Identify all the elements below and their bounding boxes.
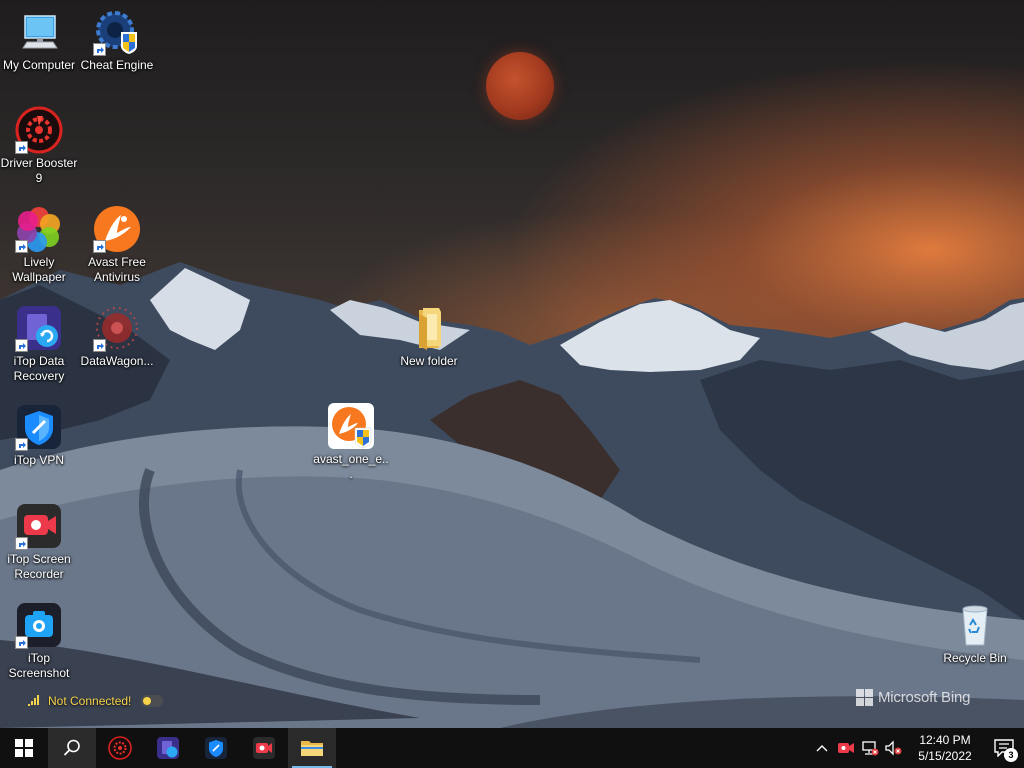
tray-volume-button[interactable] (882, 728, 906, 768)
desktop-icon-recycle-bin[interactable]: Recycle Bin (936, 601, 1014, 666)
desktop-icon-driver-booster[interactable]: Driver Booster 9 (0, 106, 78, 186)
itop-data-recovery-icon (15, 304, 63, 352)
vpn-status-widget[interactable]: Not Connected! (26, 689, 186, 713)
system-tray: 12:40 PM 5/15/2022 3 (810, 728, 1024, 768)
start-button[interactable] (0, 728, 48, 768)
itop-vpn-icon (15, 403, 63, 451)
shortcut-arrow-icon (15, 240, 28, 253)
datawagon-icon (93, 304, 141, 352)
shortcut-arrow-icon (93, 240, 106, 253)
microsoft-bing-watermark: Microsoft Bing (856, 686, 970, 708)
shortcut-arrow-icon (93, 339, 106, 352)
microsoft-logo-icon (856, 688, 873, 706)
avast-icon (93, 205, 141, 253)
vpn-status-text: Not Connected! (48, 694, 132, 708)
clock-time: 12:40 PM (919, 733, 971, 747)
desktop-icon-my-computer[interactable]: My Computer (0, 8, 78, 73)
cheat-engine-icon (93, 8, 141, 56)
shortcut-arrow-icon (15, 537, 28, 550)
itop-vpn-icon (205, 737, 227, 759)
vpn-toggle[interactable] (141, 695, 164, 707)
tray-network-button[interactable] (858, 728, 882, 768)
driver-booster-taskbar[interactable] (96, 728, 144, 768)
network-disconnected-icon (862, 741, 879, 756)
shortcut-arrow-icon (15, 438, 28, 451)
itop-screenshot-icon (15, 601, 63, 649)
desktop-icon-itop-screenshot[interactable]: iTop Screenshot (0, 601, 78, 681)
search-icon (63, 739, 80, 756)
avast-installer-icon (327, 402, 375, 450)
shortcut-arrow-icon (93, 43, 106, 56)
desktop-icon-avast-free-antivirus[interactable]: Avast Free Antivirus (78, 205, 156, 285)
desktop-icon-new-folder[interactable]: New folder (390, 304, 468, 369)
itop-screen-recorder-icon (15, 502, 63, 550)
itop-vpn-taskbar[interactable] (192, 728, 240, 768)
signal-icon (26, 693, 42, 710)
chevron-up-icon (816, 745, 828, 752)
itop-data-recovery-taskbar[interactable] (144, 728, 192, 768)
desktop-icon-datawagon[interactable]: DataWagon... (78, 304, 156, 369)
driver-booster-icon (15, 106, 63, 154)
desktop-icon-cheat-engine[interactable]: Cheat Engine (78, 8, 156, 73)
itop-screen-recorder-taskbar[interactable] (240, 728, 288, 768)
recycle-bin-icon (951, 601, 999, 649)
search-button[interactable] (48, 728, 96, 768)
desktop-icon-lively-wallpaper[interactable]: Lively Wallpaper (0, 205, 78, 285)
driver-booster-icon (108, 736, 132, 760)
itop-screen-recorder-icon (253, 737, 275, 759)
windows-logo-icon (15, 739, 33, 757)
notification-count-badge: 3 (1004, 748, 1018, 762)
computer-icon (15, 8, 63, 56)
clock-date: 5/15/2022 (918, 749, 972, 763)
show-hidden-icons-button[interactable] (810, 728, 834, 768)
action-center-button[interactable]: 3 (984, 728, 1024, 768)
shortcut-arrow-icon (15, 141, 28, 154)
desktop-icon-itop-data-recovery[interactable]: iTop Data Recovery (0, 304, 78, 384)
taskbar-clock[interactable]: 12:40 PM 5/15/2022 (906, 732, 984, 764)
itop-data-recovery-icon (157, 737, 179, 759)
desktop-icon-itop-screen-recorder[interactable]: iTop Screen Recorder (0, 502, 78, 582)
file-explorer-taskbar[interactable] (288, 728, 336, 768)
taskbar: 12:40 PM 5/15/2022 3 (0, 728, 1024, 768)
desktop-icon-itop-vpn[interactable]: iTop VPN (0, 403, 78, 468)
tray-itop-screen-recorder[interactable] (834, 728, 858, 768)
folder-icon (301, 741, 323, 756)
itop-screen-recorder-icon (838, 743, 854, 753)
volume-muted-icon (885, 740, 902, 756)
lively-wallpaper-icon (15, 205, 63, 253)
shortcut-arrow-icon (15, 636, 28, 649)
folder-icon (405, 304, 453, 352)
desktop-icon-avast-installer[interactable]: avast_one_e... (312, 402, 390, 482)
shortcut-arrow-icon (15, 339, 28, 352)
bing-watermark-text: Microsoft Bing (878, 688, 971, 706)
